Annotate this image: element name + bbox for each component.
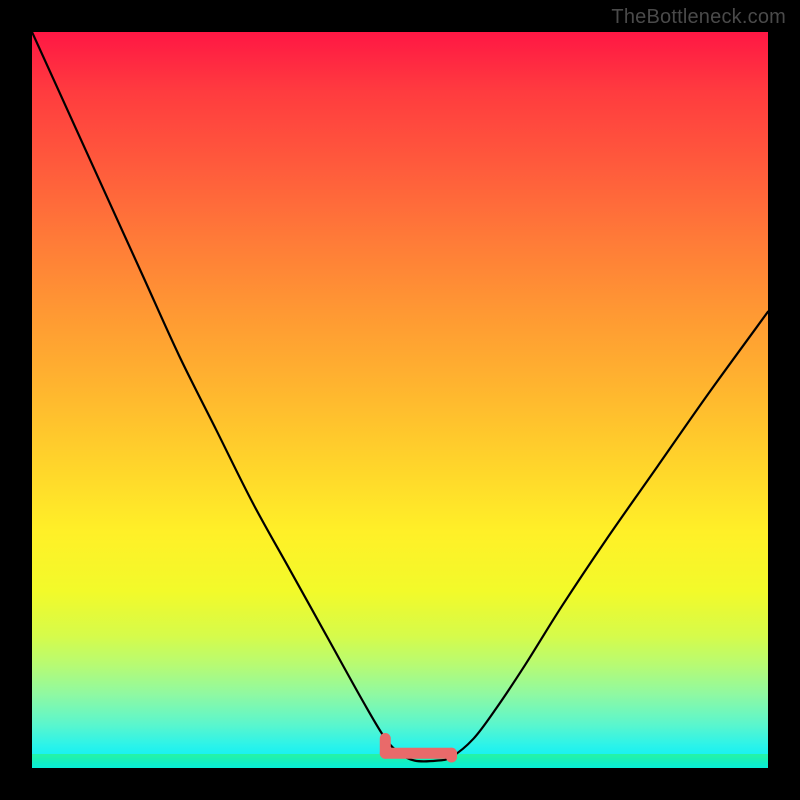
plot-area bbox=[32, 32, 768, 768]
curve-layer bbox=[32, 32, 768, 768]
optimal-marker bbox=[385, 739, 451, 757]
bottleneck-curve bbox=[32, 32, 768, 761]
watermark-text: TheBottleneck.com bbox=[611, 6, 786, 29]
chart-frame: TheBottleneck.com bbox=[0, 0, 800, 800]
